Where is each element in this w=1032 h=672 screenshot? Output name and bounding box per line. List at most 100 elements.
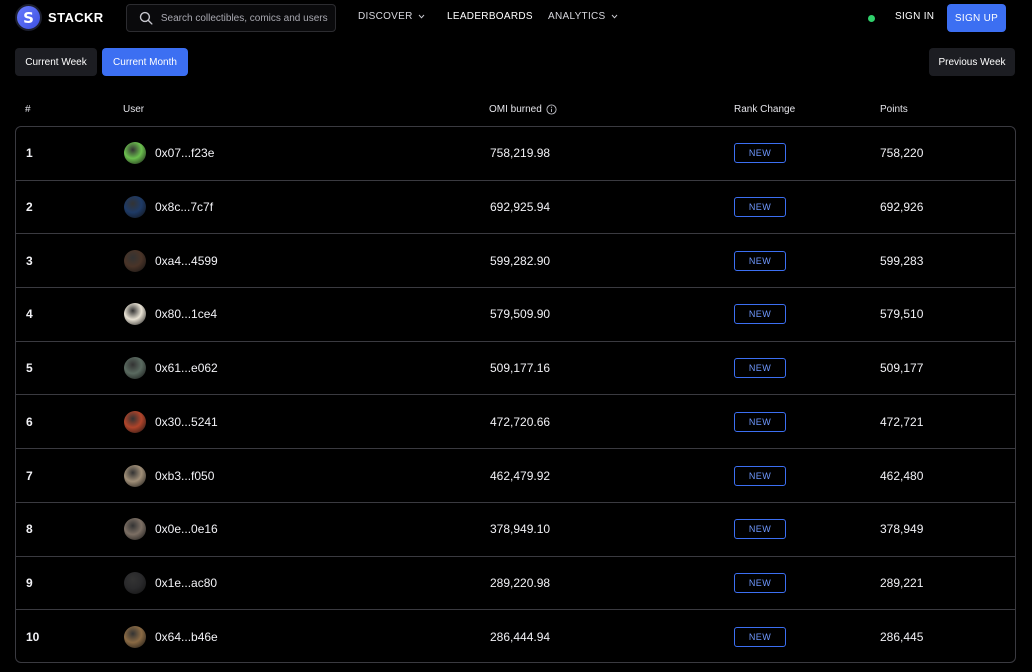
row-user-address: 0x80...1ce4 [155,307,218,322]
rank-change-badge: NEW [734,197,786,218]
table-row[interactable]: 1 0x07...f23e 758,219.98 NEW 758,220 [16,127,1015,181]
header-points: Points [880,104,908,115]
row-user-address: 0x0e...0e16 [155,522,218,537]
table-row[interactable]: 4 0x80...1ce4 579,509.90 NEW 579,510 [16,288,1015,342]
header-omi-burned: OMI burned [489,104,557,115]
avatar [124,196,146,219]
row-points: 289,221 [880,575,924,590]
row-user[interactable]: 0x1e...ac80 [124,571,218,594]
top-nav: S STACKR DISCOVER LEADERBOARDS ANALYTICS… [0,0,1032,36]
row-user-address: 0x07...f23e [155,146,215,161]
stackr-logo-icon: S [15,4,42,31]
nav-leaderboards-label: LEADERBOARDS [447,11,533,22]
row-omi-burned: 599,282.90 [490,253,551,268]
sign-up-button[interactable]: SIGN UP [947,4,1006,32]
avatar [124,571,146,594]
row-user[interactable]: 0x61...e062 [124,357,218,380]
avatar [124,303,146,326]
row-points: 758,220 [880,146,924,161]
row-omi-burned: 462,479.92 [490,468,551,483]
rank-change-badge: NEW [734,411,786,432]
row-rank: 5 [26,361,33,376]
current-month-button[interactable]: Current Month [102,48,188,76]
rank-change-badge: NEW [734,519,786,540]
rank-change-badge: NEW [734,627,786,648]
table-row[interactable]: 9 0x1e...ac80 289,220.98 NEW 289,221 [16,557,1015,611]
nav-analytics-label: ANALYTICS [548,11,606,22]
rank-change-badge: NEW [734,572,786,593]
avatar [124,464,146,487]
row-user-address: 0xa4...4599 [155,253,218,268]
rank-change-badge: NEW [734,465,786,486]
avatar [124,626,146,649]
rank-change-badge: NEW [734,250,786,271]
row-points: 692,926 [880,200,924,215]
row-points: 378,949 [880,522,924,537]
row-user-address: 0x8c...7c7f [155,200,214,215]
row-points: 599,283 [880,253,924,268]
row-user-address: 0x30...5241 [155,414,218,429]
table-row[interactable]: 2 0x8c...7c7f 692,925.94 NEW 692,926 [16,181,1015,235]
row-rank: 8 [26,522,33,537]
row-user[interactable]: 0x30...5241 [124,410,218,433]
row-rank: 10 [26,630,40,645]
row-rank: 6 [26,414,33,429]
brand-logo[interactable]: S STACKR [15,4,104,31]
row-user[interactable]: 0x07...f23e [124,142,215,165]
table-row[interactable]: 6 0x30...5241 472,720.66 NEW 472,721 [16,396,1015,450]
previous-week-button[interactable]: Previous Week [929,48,1015,76]
rank-change-badge: NEW [734,304,786,325]
avatar [124,410,146,433]
avatar [124,249,146,272]
connection-status-dot [868,15,875,22]
row-user[interactable]: 0x80...1ce4 [124,303,218,326]
row-user-address: 0xb3...f050 [155,468,215,483]
row-user[interactable]: 0x64...b46e [124,626,218,649]
row-omi-burned: 378,949.10 [490,522,551,537]
nav-discover[interactable]: DISCOVER [358,11,425,22]
row-omi-burned: 286,444.94 [490,630,551,645]
row-user[interactable]: 0x0e...0e16 [124,518,218,541]
sign-in-button[interactable]: SIGN IN [895,11,934,22]
current-week-button[interactable]: Current Week [15,48,97,76]
row-omi-burned: 509,177.16 [490,361,551,376]
table-row[interactable]: 8 0x0e...0e16 378,949.10 NEW 378,949 [16,503,1015,557]
leaderboard-table: 1 0x07...f23e 758,219.98 NEW 758,220 2 0… [15,126,1016,663]
table-row[interactable]: 5 0x61...e062 509,177.16 NEW 509,177 [16,342,1015,396]
row-user[interactable]: 0xb3...f050 [124,464,215,487]
row-rank: 2 [26,200,33,215]
nav-discover-label: DISCOVER [358,11,413,22]
row-rank: 4 [26,307,33,322]
row-user-address: 0x64...b46e [155,630,218,645]
table-row[interactable]: 3 0xa4...4599 599,282.90 NEW 599,283 [16,234,1015,289]
row-rank: 7 [26,468,33,483]
search-icon [139,11,153,25]
avatar [124,518,146,541]
row-omi-burned: 579,509.90 [490,307,551,322]
row-points: 509,177 [880,361,924,376]
row-user[interactable]: 0x8c...7c7f [124,196,214,219]
row-omi-burned: 692,925.94 [490,200,551,215]
logo-mark-letter: S [23,8,34,27]
chevron-down-icon [611,14,617,19]
header-user: User [123,104,145,115]
row-omi-burned: 758,219.98 [490,146,551,161]
row-user-address: 0x1e...ac80 [155,575,218,590]
row-rank: 1 [26,146,33,161]
info-icon[interactable] [546,104,557,115]
avatar [124,142,146,165]
search-box[interactable] [126,4,336,32]
row-points: 472,721 [880,414,924,429]
row-points: 462,480 [880,468,924,483]
nav-leaderboards[interactable]: LEADERBOARDS [447,11,533,22]
search-input[interactable] [160,12,335,24]
row-rank: 9 [26,575,33,590]
table-row[interactable]: 10 0x64...b46e 286,444.94 NEW 286,445 [16,610,1015,662]
row-user[interactable]: 0xa4...4599 [124,249,218,272]
table-row[interactable]: 7 0xb3...f050 462,479.92 NEW 462,480 [16,449,1015,503]
rank-change-badge: NEW [734,358,786,379]
header-rank: # [25,104,31,115]
header-omi-label: OMI burned [489,104,542,115]
row-omi-burned: 289,220.98 [490,575,551,590]
nav-analytics[interactable]: ANALYTICS [548,11,618,22]
